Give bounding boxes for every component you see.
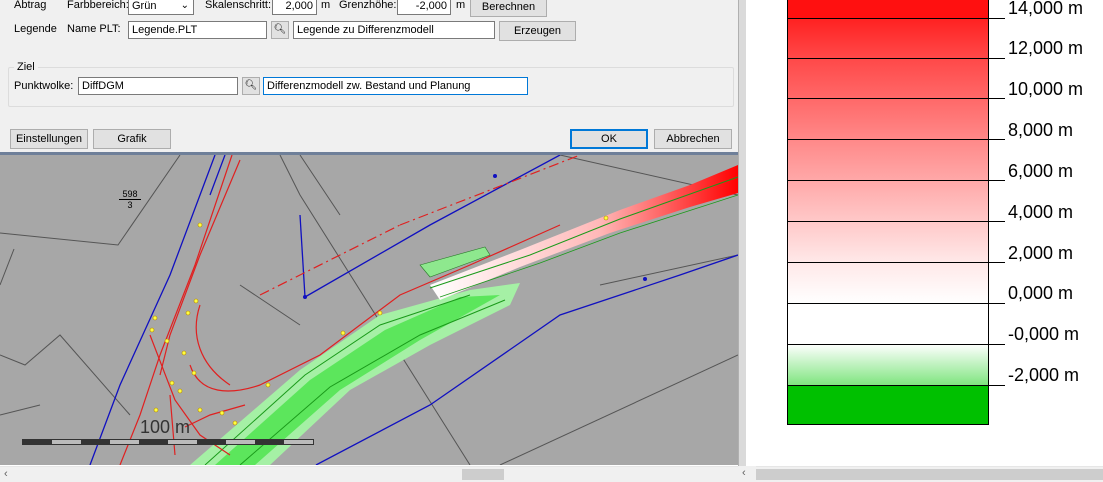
parcel-number: 598 (119, 189, 141, 200)
scroll-left-icon[interactable]: ‹ (742, 466, 746, 481)
pane-divider[interactable] (738, 0, 746, 466)
legend-swatch-10 (787, 58, 989, 98)
erzeugen-button[interactable]: Erzeugen (499, 21, 576, 41)
legend-swatch-14 (787, 0, 989, 18)
legend-label: 10,000 m (1008, 79, 1084, 99)
legend-label: -2,000 m (1008, 365, 1080, 385)
name-plt-input[interactable]: Legende.PLT (128, 21, 267, 39)
parcel-lines (0, 155, 738, 465)
legend-swatch-4 (787, 180, 989, 221)
cut-band (429, 165, 738, 300)
legend-tick (787, 385, 1005, 386)
legend-tick (787, 58, 1005, 59)
legend-tick (787, 139, 1005, 140)
legend-tick (787, 180, 1005, 181)
farbbereich-value: Grün (132, 0, 157, 12)
legend-label: 4,000 m (1008, 202, 1074, 222)
abbrechen-button[interactable]: Abbrechen (654, 129, 732, 149)
parcel-label: 598 3 (119, 189, 141, 210)
legend-tick (787, 98, 1005, 99)
legend-label: 12,000 m (1008, 38, 1084, 58)
legend-tick (787, 303, 1005, 304)
name-plt-label: Name PLT: (67, 23, 121, 35)
berechnen-button[interactable]: Berechnen (470, 0, 547, 17)
scroll-left-icon[interactable]: ‹ (4, 467, 8, 482)
scroll-thumb[interactable] (462, 469, 504, 480)
magnifier-icon: 🔍︎ (244, 80, 258, 91)
legend-swatch-12 (787, 18, 989, 58)
browse-punktwolke-button[interactable]: 🔍︎ (242, 77, 260, 95)
legend-swatch-8 (787, 98, 989, 139)
farbbereich-label: Farbbereich: (67, 0, 129, 11)
legend-tick (787, 18, 1005, 19)
legend-description-input[interactable]: Legende zu Differenzmodell (293, 21, 495, 39)
map-canvas[interactable] (0, 155, 738, 465)
scroll-thumb[interactable] (756, 469, 1103, 480)
legend-swatch-neg0 (787, 303, 989, 344)
legend-tick (787, 221, 1005, 222)
dialog-panel: Abtrag Farbbereich: Grün ⌄ Skalenschritt… (0, 0, 745, 155)
browse-plt-button[interactable]: 🔍︎ (271, 21, 289, 39)
legend-panel: 14,000 m 12,000 m 10,000 m 8,000 m 6,000… (756, 0, 1103, 466)
grafik-button[interactable]: Grafik (93, 129, 171, 149)
legend-swatch-neg2 (787, 344, 989, 385)
legend-swatch-2 (787, 221, 989, 262)
ok-button[interactable]: OK (570, 129, 648, 149)
einstellungen-button[interactable]: Einstellungen (10, 129, 88, 149)
legend-label: 8,000 m (1008, 120, 1074, 140)
map-view[interactable]: 598 3 100 m (0, 155, 738, 465)
grenzhoehe-input[interactable]: -2,000 (397, 0, 451, 15)
legend-tick (787, 344, 1005, 345)
scale-label: 100 m (140, 417, 191, 437)
farbbereich-select[interactable]: Grün ⌄ (128, 0, 194, 15)
skalenschritt-label: Skalenschritt: (205, 0, 272, 11)
legende-label: Legende (14, 23, 57, 35)
parcel-sub: 3 (127, 200, 133, 210)
legend-horizontal-scrollbar[interactable] (756, 466, 1103, 482)
punktwolke-input[interactable]: DiffDGM (78, 77, 238, 95)
ziel-group-label: Ziel (14, 60, 38, 74)
scale-bar (22, 439, 314, 445)
magnifier-icon: 🔍︎ (273, 24, 287, 35)
scrollbar-corner: ‹ (738, 466, 756, 482)
legend-swatch-6 (787, 139, 989, 180)
legend-label: 2,000 m (1008, 243, 1074, 263)
legend-label: 0,000 m (1008, 283, 1074, 303)
abtrag-label: Abtrag (14, 0, 47, 11)
legend-swatch-0 (787, 262, 989, 303)
punktwolke-label: Punktwolke: (14, 80, 74, 92)
legend-label: 6,000 m (1008, 161, 1074, 181)
legend-label: 14,000 m (1008, 0, 1084, 18)
skalenschritt-input[interactable]: 2,000 (272, 0, 317, 15)
chevron-down-icon: ⌄ (180, 0, 189, 11)
legend-swatch-below (787, 385, 989, 425)
skalenschritt-unit: m (321, 0, 331, 11)
legend-label: -0,000 m (1008, 324, 1080, 344)
grenzhoehe-label: Grenzhöhe: (339, 0, 397, 11)
ziel-description-input[interactable]: Differenzmodell zw. Bestand und Planung (263, 77, 528, 95)
map-horizontal-scrollbar[interactable]: ‹ (0, 466, 738, 482)
grenzhoehe-unit: m (456, 0, 466, 11)
legend-tick (787, 262, 1005, 263)
